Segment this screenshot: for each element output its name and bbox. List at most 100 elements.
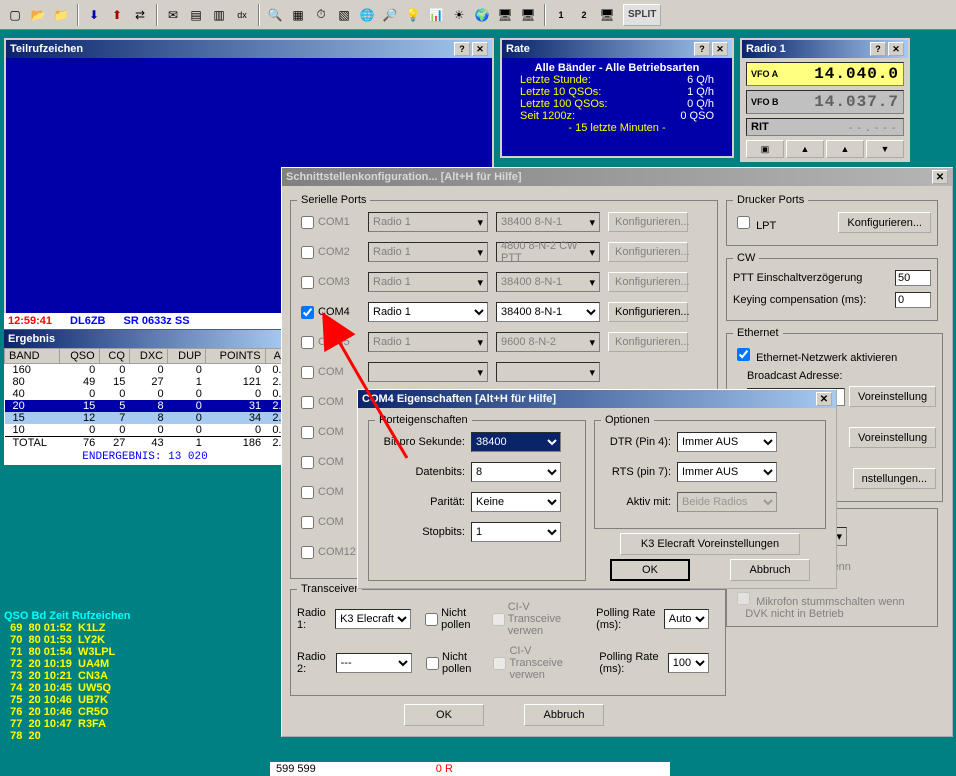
tb-down-icon[interactable]: ⬇ — [83, 4, 105, 26]
tb-speed-icon[interactable]: ⏱ — [310, 4, 332, 26]
result-row[interactable]: 160000000. — [5, 364, 286, 377]
vfo-a[interactable]: VFO A14.040.0 — [746, 62, 904, 86]
tb-mail-icon[interactable]: ✉ — [162, 4, 184, 26]
tb-split-button[interactable]: SPLIT — [623, 4, 661, 26]
tb-reopen-icon[interactable]: 📁 — [50, 4, 72, 26]
tb-mon1-icon[interactable]: 🖥 — [494, 4, 516, 26]
radio-btn-1[interactable]: ▣ — [746, 140, 784, 158]
tb-bulb-icon[interactable]: 💡 — [402, 4, 424, 26]
com-label: COM5 — [318, 336, 368, 348]
databits-select[interactable]: 8 — [471, 462, 561, 482]
close-icon[interactable]: ✕ — [472, 42, 488, 56]
preset2-button[interactable]: Voreinstellung — [849, 427, 936, 448]
stopbits-select[interactable]: 1 — [471, 522, 561, 542]
close-icon[interactable]: ✕ — [888, 42, 904, 56]
com-checkbox[interactable] — [301, 306, 314, 319]
rts-select[interactable]: Immer AUS — [677, 462, 777, 482]
dialog-cancel-button[interactable]: Abbruch — [524, 704, 604, 726]
rate-title: Rate — [506, 43, 530, 55]
com-checkbox[interactable] — [301, 246, 314, 259]
settings-button[interactable]: nstellungen... — [853, 468, 936, 489]
bcast-preset-button[interactable]: Voreinstellung — [849, 386, 936, 407]
result-row[interactable]: 10000000. — [5, 424, 286, 437]
tb-find-icon[interactable]: 🔎 — [379, 4, 401, 26]
tb-dx-icon[interactable]: dx — [231, 4, 253, 26]
com-checkbox[interactable] — [301, 426, 314, 439]
com-checkbox[interactable] — [301, 546, 314, 559]
tb-globe-icon[interactable]: 🌐 — [356, 4, 378, 26]
result-footer: ENDERGEBNIS: 13 020 — [4, 449, 286, 465]
interface-config-dialog: Schnittstellenkonfiguration... [Alt+H fü… — [281, 167, 953, 737]
com-checkbox[interactable] — [301, 276, 314, 289]
result-row[interactable]: 8049152711212. — [5, 376, 286, 388]
result-row[interactable]: 1512780342. — [5, 412, 286, 424]
bps-select[interactable]: 38400 — [471, 432, 561, 452]
dtr-select[interactable]: Immer AUS — [677, 432, 777, 452]
help-icon[interactable]: ? — [870, 42, 886, 56]
radio1-select[interactable]: K3 Elecraft — [335, 609, 411, 629]
dialog-title: Schnittstellenkonfiguration... [Alt+H fü… — [282, 168, 952, 186]
com-checkbox[interactable] — [301, 216, 314, 229]
com-checkbox[interactable] — [301, 486, 314, 499]
dialog-ok-button[interactable]: OK — [404, 704, 484, 726]
radio-btn-up2[interactable]: ▲ — [826, 140, 864, 158]
tb-chart-icon[interactable]: 📊 — [425, 4, 447, 26]
tb-swap-icon[interactable]: ⇄ — [129, 4, 151, 26]
lpt-check[interactable]: LPT — [733, 213, 838, 232]
tb-zoom-icon[interactable]: 🔍 — [264, 4, 286, 26]
radio-btn-up1[interactable]: ▲ — [786, 140, 824, 158]
radio2-nopoll[interactable]: Nicht pollen — [422, 651, 477, 675]
com-checkbox[interactable] — [301, 516, 314, 529]
tb-grid-icon[interactable]: ▦ — [287, 4, 309, 26]
keying-input[interactable] — [895, 292, 931, 308]
help-icon[interactable]: ? — [454, 42, 470, 56]
tb-win1-icon[interactable]: 1 — [550, 4, 572, 26]
tb-monitor-icon[interactable]: 🖥 — [596, 4, 618, 26]
com-checkbox[interactable] — [301, 396, 314, 409]
poll-rate-1[interactable]: Auto — [664, 609, 709, 629]
com-configure-button[interactable]: Konfigurieren... — [608, 302, 688, 322]
result-col: BAND — [5, 349, 60, 364]
com4-cancel-button[interactable]: Abbruch — [730, 559, 810, 581]
com-checkbox[interactable] — [301, 336, 314, 349]
com4-ok-button[interactable]: OK — [610, 559, 690, 581]
tb-new-icon[interactable]: ▢ — [4, 4, 26, 26]
rit-value: --.--- — [847, 121, 899, 134]
ptt-label: PTT Einschaltverzögerung — [733, 272, 895, 284]
radio1-label: Radio 1: — [297, 607, 335, 631]
tb-mon2-icon[interactable]: 🖥 — [517, 4, 539, 26]
tb-win2-icon[interactable]: 2 — [573, 4, 595, 26]
status-time: 12:59:41 — [8, 315, 52, 327]
parity-select[interactable]: Keine — [471, 492, 561, 512]
help-icon[interactable]: ? — [694, 42, 710, 56]
com-configure-button: Konfigurieren... — [608, 242, 688, 262]
tb-list-icon[interactable]: ▥ — [208, 4, 230, 26]
lpt-configure-button[interactable]: Konfigurieren... — [838, 212, 931, 233]
tb-up-icon[interactable]: ⬆ — [106, 4, 128, 26]
vfo-b[interactable]: VFO B14.037.7 — [746, 90, 904, 114]
close-icon[interactable]: ✕ — [932, 170, 948, 184]
tb-open-icon[interactable]: 📂 — [27, 4, 49, 26]
com-checkbox[interactable] — [301, 366, 314, 379]
com-spec-select[interactable]: 38400 8-N-1 — [496, 302, 600, 322]
tb-sun-icon[interactable]: ☀ — [448, 4, 470, 26]
com-radio-select[interactable]: Radio 1 — [368, 302, 488, 322]
tb-earth-icon[interactable]: 🌍 — [471, 4, 493, 26]
radio1-nopoll[interactable]: Nicht pollen — [421, 607, 476, 631]
tb-gab-icon[interactable]: ▤ — [185, 4, 207, 26]
radio2-select[interactable]: --- — [336, 653, 412, 673]
tb-stat-icon[interactable]: ▧ — [333, 4, 355, 26]
result-row[interactable]: 40000000. — [5, 388, 286, 400]
ptt-input[interactable] — [895, 270, 931, 286]
radio-btn-down[interactable]: ▼ — [866, 140, 904, 158]
k3-preset-button[interactable]: K3 Elecraft Voreinstellungen — [620, 533, 800, 555]
close-icon[interactable]: ✕ — [816, 392, 832, 406]
eth-enable[interactable]: Ethernet-Netzwerk aktivieren — [733, 345, 936, 364]
com-checkbox[interactable] — [301, 456, 314, 469]
poll-rate-2[interactable]: 100 — [668, 653, 709, 673]
close-icon[interactable]: ✕ — [712, 42, 728, 56]
rate-r4-label: Seit 1200z: — [520, 110, 575, 122]
log-line: 71 80 01:54 W3LPL — [4, 646, 288, 658]
rit-display: RIT--.--- — [746, 118, 904, 136]
result-row[interactable]: 2015580312. — [5, 400, 286, 412]
